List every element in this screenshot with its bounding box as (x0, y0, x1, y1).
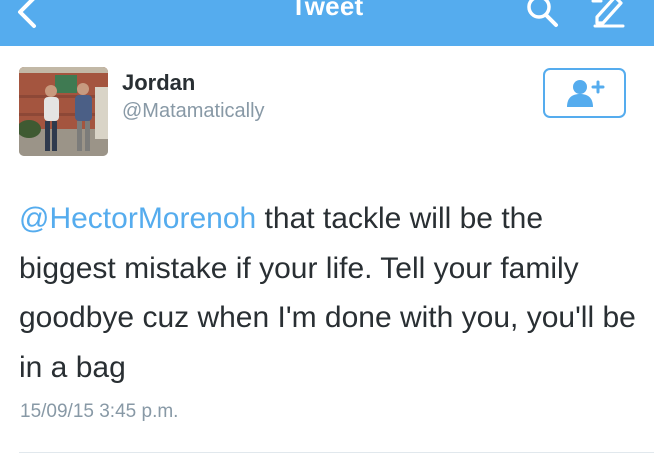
user-display-name[interactable]: Jordan (122, 70, 195, 96)
compose-tweet-icon (591, 0, 625, 28)
mention-link[interactable]: @HectorMorenoh (19, 202, 256, 235)
avatar[interactable] (19, 67, 108, 156)
tweet-text: @HectorMorenoh that tackle will be the b… (19, 194, 639, 392)
add-user-icon (566, 80, 604, 107)
search-button[interactable] (524, 0, 560, 30)
tweet-timestamp: 15/09/15 3:45 p.m. (20, 401, 179, 422)
search-icon (527, 0, 558, 27)
profile-photo (19, 67, 108, 156)
compose-button[interactable] (588, 0, 628, 30)
follow-button[interactable] (543, 68, 626, 118)
tweet-detail-screen: Tweet Jordan @Matamatically @HectorMoren… (0, 0, 654, 456)
divider (19, 452, 654, 453)
nav-bar: Tweet (0, 0, 654, 46)
user-handle[interactable]: @Matamatically (122, 100, 265, 123)
